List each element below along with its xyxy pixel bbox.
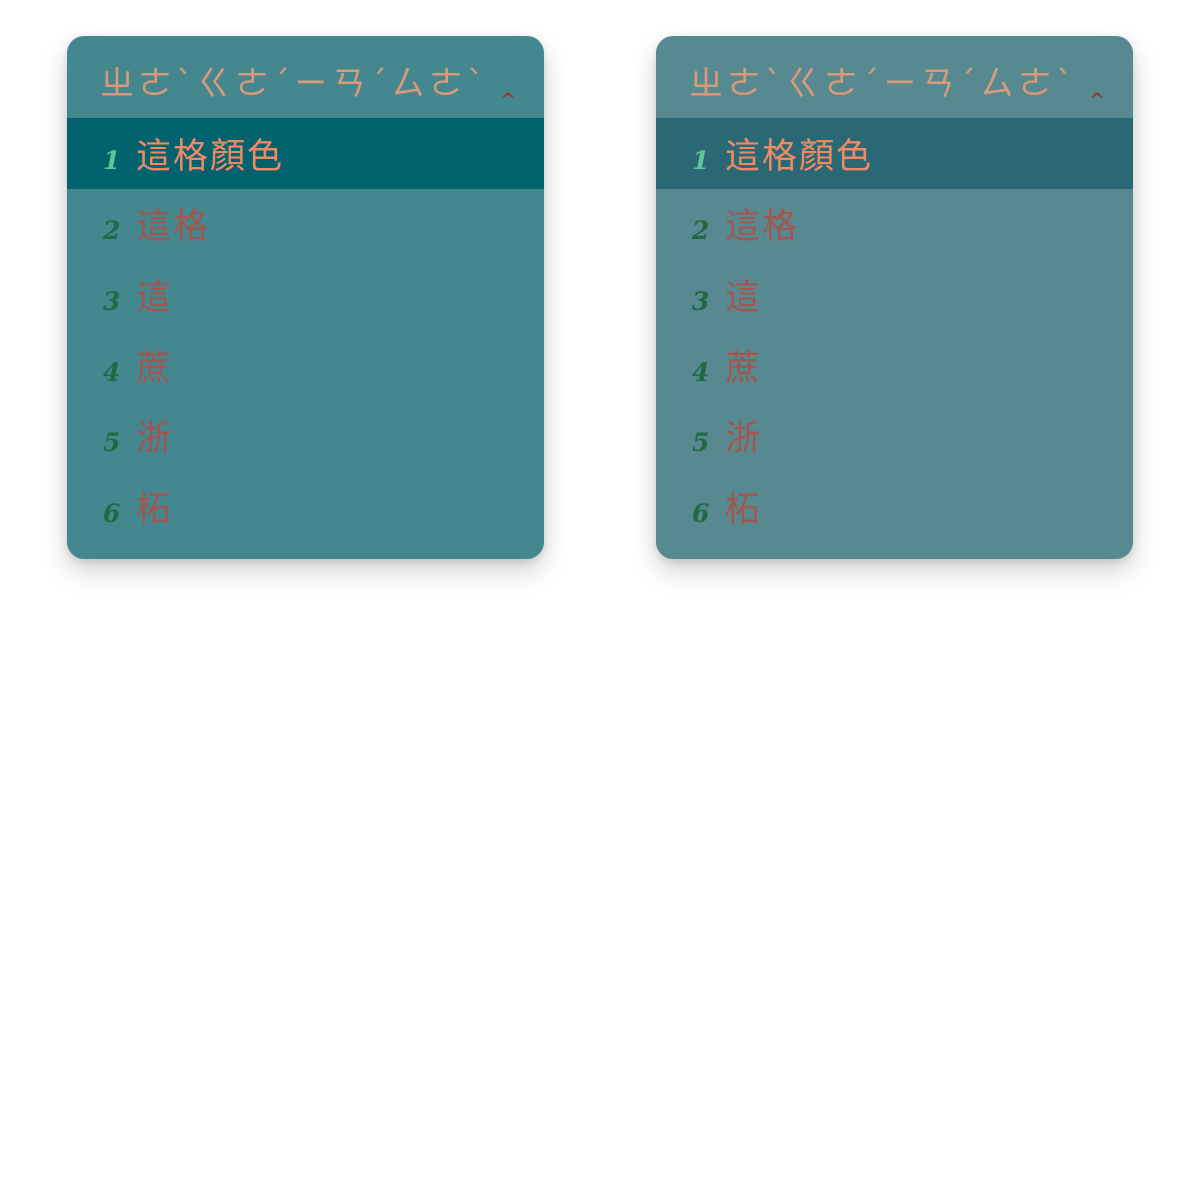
candidate-item-4[interactable]: 4 蔗 xyxy=(656,330,1133,401)
candidate-text: 柘 xyxy=(725,489,763,530)
candidate-index: 2 xyxy=(103,216,121,246)
candidate-text: 蔗 xyxy=(725,348,763,389)
candidate-text: 這 xyxy=(725,277,763,318)
candidate-list: 1 這格顏色 2 這格 3 這 4 蔗 5 浙 6 柘 xyxy=(656,118,1133,542)
candidate-item-5[interactable]: 5 浙 xyxy=(656,400,1133,471)
candidate-text: 浙 xyxy=(136,419,174,460)
candidate-index: 3 xyxy=(692,286,710,316)
candidate-text: 這格 xyxy=(136,207,211,248)
candidate-index: 1 xyxy=(692,145,710,175)
caret-icon: ^ xyxy=(500,89,520,111)
candidate-text: 這 xyxy=(136,277,174,318)
candidate-item-4[interactable]: 4 蔗 xyxy=(67,330,544,401)
candidate-index: 6 xyxy=(103,498,121,528)
candidate-index: 5 xyxy=(692,428,710,458)
candidate-index: 3 xyxy=(103,286,121,316)
candidate-item-1[interactable]: 1 這格顏色 xyxy=(67,118,544,189)
candidate-text: 這格顏色 xyxy=(725,136,874,177)
candidate-index: 4 xyxy=(103,357,121,387)
candidate-index: 4 xyxy=(692,357,710,387)
candidate-item-1[interactable]: 1 這格顏色 xyxy=(656,118,1133,189)
preedit-composition: ㄓㄜˋㄍㄜˊㄧㄢˊㄙㄜˋ ^ xyxy=(656,36,1133,118)
candidate-panel-dark: ㄓㄜˋㄍㄜˊㄧㄢˊㄙㄜˋ ^ 1 這格顏色 2 這格 3 這 4 蔗 5 浙 6… xyxy=(67,36,544,559)
candidate-text: 這格 xyxy=(725,207,800,248)
candidate-item-6[interactable]: 6 柘 xyxy=(656,471,1133,542)
screenshot-stage: ㄓㄜˋㄍㄜˊㄧㄢˊㄙㄜˋ ^ 1 這格顏色 2 這格 3 這 4 蔗 5 浙 6… xyxy=(0,0,1200,1200)
candidate-text: 蔗 xyxy=(136,348,174,389)
preedit-text: ㄓㄜˋㄍㄜˊㄧㄢˊㄙㄜˋ xyxy=(689,64,1077,104)
candidate-text: 柘 xyxy=(136,489,174,530)
candidate-item-3[interactable]: 3 這 xyxy=(656,259,1133,330)
candidate-text: 這格顏色 xyxy=(136,136,285,177)
candidate-panel-muted: ㄓㄜˋㄍㄜˊㄧㄢˊㄙㄜˋ ^ 1 這格顏色 2 這格 3 這 4 蔗 5 浙 6… xyxy=(656,36,1133,559)
candidate-item-3[interactable]: 3 這 xyxy=(67,259,544,330)
caret-icon: ^ xyxy=(1089,89,1109,111)
candidate-index: 2 xyxy=(692,216,710,246)
candidate-item-5[interactable]: 5 浙 xyxy=(67,400,544,471)
preedit-composition: ㄓㄜˋㄍㄜˊㄧㄢˊㄙㄜˋ ^ xyxy=(67,36,544,118)
candidate-item-2[interactable]: 2 這格 xyxy=(67,189,544,260)
candidate-index: 6 xyxy=(692,498,710,528)
candidate-item-2[interactable]: 2 這格 xyxy=(656,189,1133,260)
preedit-text: ㄓㄜˋㄍㄜˊㄧㄢˊㄙㄜˋ xyxy=(100,64,488,104)
candidate-index: 5 xyxy=(103,428,121,458)
candidate-index: 1 xyxy=(103,145,121,175)
candidate-list: 1 這格顏色 2 這格 3 這 4 蔗 5 浙 6 柘 xyxy=(67,118,544,542)
candidate-text: 浙 xyxy=(725,419,763,460)
candidate-item-6[interactable]: 6 柘 xyxy=(67,471,544,542)
